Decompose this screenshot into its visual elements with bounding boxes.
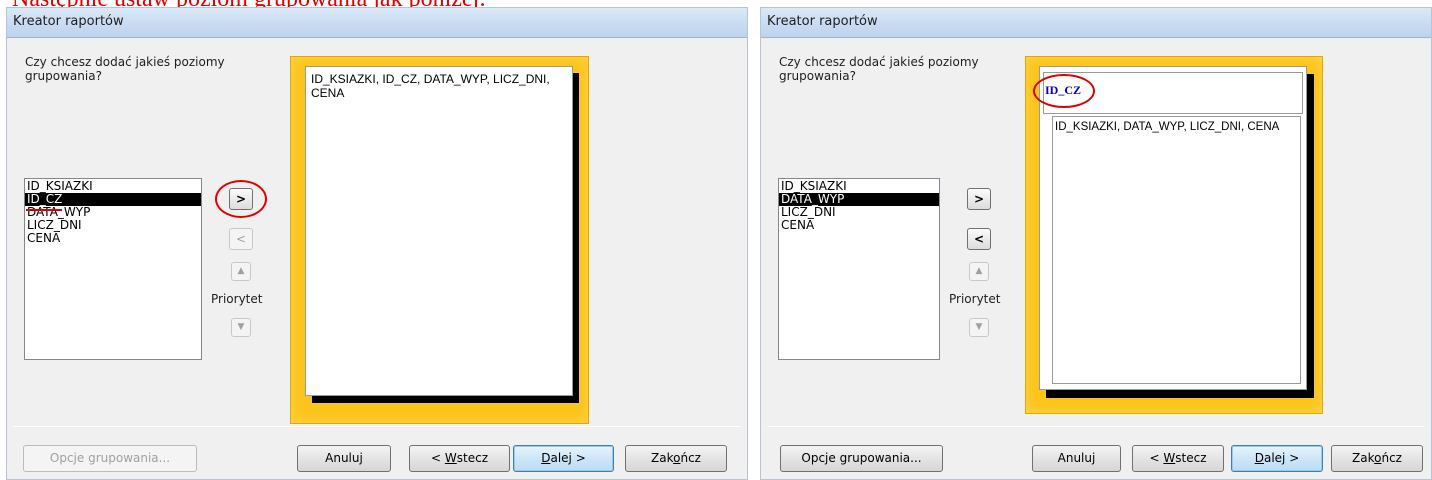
arrow-up-icon: ▲: [975, 266, 983, 276]
back-rest: stecz: [456, 451, 488, 465]
preview-field-list: ID_KSIAZKI, ID_CZ, DATA_WYP, LICZ_DNI, C…: [311, 72, 550, 100]
detail-fields-box: [1052, 116, 1301, 384]
back-button[interactable]: < Wstecz: [409, 445, 510, 472]
next-button[interactable]: Dalej >: [513, 445, 614, 472]
cancel-button[interactable]: Anuluj: [297, 445, 391, 472]
finish-rest: ńcz: [680, 451, 701, 465]
preview-page: [305, 66, 573, 396]
preview-detail-fields: ID_KSIAZKI, DATA_WYP, LICZ_DNI, CENA: [1055, 121, 1280, 133]
finish-prefix: Zak: [651, 451, 674, 465]
dialog-title: Kreator raportów: [761, 8, 1431, 38]
cancel-button[interactable]: Anuluj: [1032, 445, 1121, 472]
button-separator: [767, 426, 1425, 427]
available-fields-list[interactable]: ID_KSIAZKI DATA_WYP LICZ_DNI CENA: [778, 178, 940, 360]
selection-underline-mark: [26, 209, 62, 211]
button-separator: [13, 426, 741, 427]
arrow-up-icon: ▲: [237, 266, 245, 276]
report-wizard-dialog-step-before: Kreator raportów Czy chcesz dodać jakieś…: [6, 7, 748, 480]
finish-button[interactable]: Zakończ: [1331, 445, 1423, 472]
priority-up-button[interactable]: ▲: [231, 262, 251, 281]
back-prefix: <: [1149, 451, 1164, 465]
group-level-header-box: [1043, 72, 1303, 114]
grouping-options-button[interactable]: Opcje grupowania...: [780, 445, 943, 472]
field-item-cena[interactable]: CENA: [779, 219, 939, 232]
priority-down-button[interactable]: ▼: [231, 318, 251, 337]
remove-group-level-button[interactable]: <: [967, 228, 991, 250]
priority-down-button[interactable]: ▼: [969, 318, 989, 337]
arrow-down-icon: ▼: [975, 322, 983, 332]
grouping-question: Czy chcesz dodać jakieś poziomy grupowan…: [25, 55, 225, 83]
finish-button[interactable]: Zakończ: [625, 445, 727, 472]
finish-rest: ńcz: [1381, 451, 1402, 465]
back-button[interactable]: < Wstecz: [1132, 445, 1224, 472]
add-group-level-button[interactable]: >: [967, 188, 991, 210]
priority-label: Priorytet: [211, 292, 263, 306]
remove-group-level-button[interactable]: <: [229, 228, 253, 250]
finish-prefix: Zak: [1352, 451, 1375, 465]
back-prefix: <: [431, 451, 445, 465]
group-level-field: ID_CZ: [1045, 83, 1082, 97]
priority-label: Priorytet: [949, 292, 1001, 306]
dialog-title: Kreator raportów: [7, 8, 747, 38]
grouping-options-button[interactable]: Opcje grupowania...: [23, 445, 197, 472]
available-fields-list[interactable]: ID_KSIAZKI ID_CZ DATA_WYP LICZ_DNI CENA: [24, 178, 202, 360]
back-mnemonic: W: [444, 451, 457, 465]
back-rest: stecz: [1175, 451, 1207, 465]
priority-up-button[interactable]: ▲: [969, 262, 989, 281]
field-item-cena[interactable]: CENA: [25, 232, 201, 245]
report-wizard-dialog-step-after: Kreator raportów Czy chcesz dodać jakieś…: [760, 7, 1432, 480]
next-mnemonic: D: [1254, 451, 1264, 465]
next-button[interactable]: Dalej >: [1231, 445, 1323, 472]
back-mnemonic: W: [1163, 451, 1176, 465]
next-rest: alej >: [550, 451, 586, 465]
add-group-level-button[interactable]: >: [229, 188, 253, 210]
arrow-down-icon: ▼: [237, 322, 245, 332]
grouping-question: Czy chcesz dodać jakieś poziomy grupowan…: [779, 55, 979, 83]
next-rest: alej >: [1263, 451, 1300, 465]
